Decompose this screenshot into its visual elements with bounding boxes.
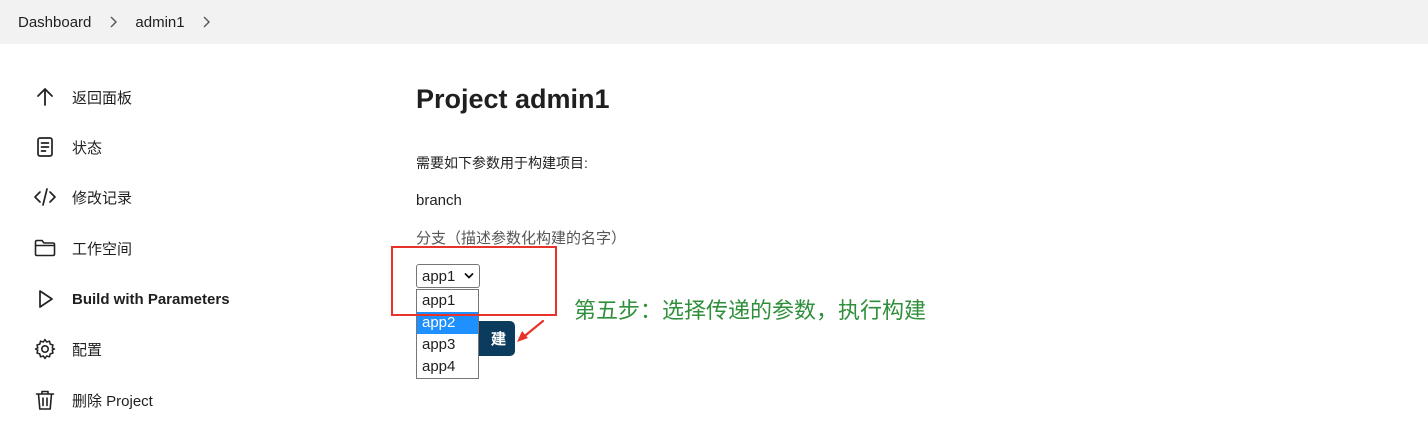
arrow-up-icon bbox=[32, 84, 58, 110]
breadcrumb-admin1[interactable]: admin1 bbox=[135, 14, 184, 31]
page-title: Project admin1 bbox=[416, 84, 610, 114]
play-icon bbox=[32, 286, 58, 312]
sidebar-item-status[interactable]: 状态 bbox=[32, 133, 102, 161]
branch-option[interactable]: app4 bbox=[417, 356, 478, 378]
chevron-right-icon bbox=[91, 16, 135, 28]
annotation-note: 第五步：选择传递的参数，执行构建 bbox=[574, 298, 927, 323]
parameter-name: branch bbox=[416, 192, 462, 209]
build-description: 需要如下参数用于构建项目: bbox=[416, 155, 588, 171]
document-icon bbox=[32, 134, 58, 160]
sidebar-item-label: Build with Parameters bbox=[72, 290, 230, 308]
sidebar-item-workspace[interactable]: 工作空间 bbox=[32, 234, 132, 262]
sidebar-item-back-to-dashboard[interactable]: 返回面板 bbox=[32, 83, 132, 111]
folder-icon bbox=[32, 235, 58, 261]
sidebar-item-label: 状态 bbox=[72, 139, 103, 157]
code-icon bbox=[32, 184, 58, 210]
sidebar-item-label: 删除 Project bbox=[72, 392, 153, 410]
trash-icon bbox=[32, 387, 58, 413]
sidebar-item-changes[interactable]: 修改记录 bbox=[32, 183, 132, 211]
parameter-description: 分支（描述参数化构建的名字） bbox=[416, 230, 627, 247]
breadcrumb-dashboard[interactable]: Dashboard bbox=[18, 14, 91, 31]
breadcrumb-bar: Dashboard admin1 bbox=[0, 0, 1428, 44]
sidebar-item-configure[interactable]: 配置 bbox=[32, 335, 102, 363]
gear-icon bbox=[32, 336, 58, 362]
annotation-arrow-icon bbox=[517, 319, 545, 342]
sidebar-item-label: 工作空间 bbox=[72, 240, 133, 258]
annotation-highlight-box bbox=[391, 246, 557, 316]
sidebar-item-label: 返回面板 bbox=[72, 89, 133, 107]
chevron-right-icon[interactable] bbox=[185, 16, 229, 28]
sidebar-item-label: 修改记录 bbox=[72, 189, 133, 207]
sidebar-item-label: 配置 bbox=[72, 341, 103, 359]
sidebar-item-delete-project[interactable]: 删除 Project bbox=[32, 386, 153, 414]
sidebar-item-build-with-parameters[interactable]: Build with Parameters bbox=[32, 285, 230, 313]
branch-option[interactable]: app3 bbox=[417, 334, 478, 356]
